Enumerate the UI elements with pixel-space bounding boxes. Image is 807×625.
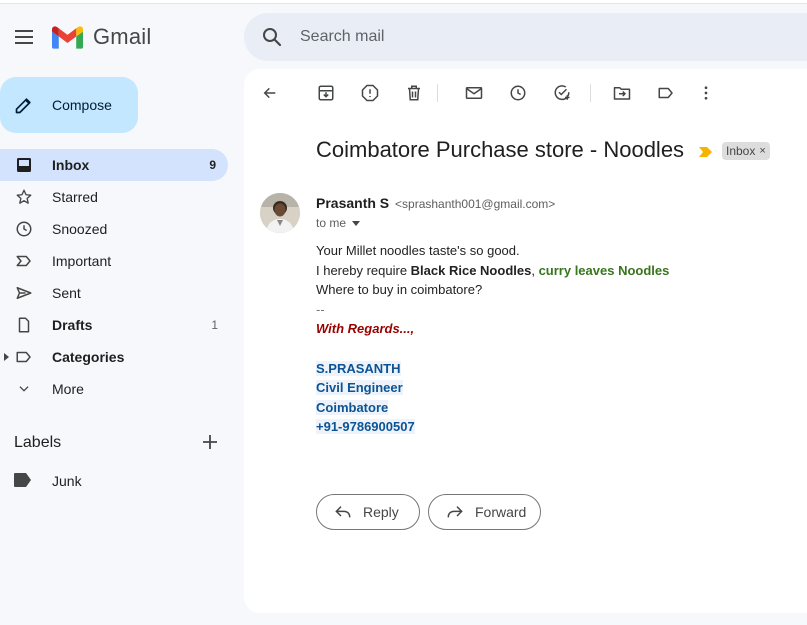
more-vert-icon[interactable] [696, 83, 716, 103]
sidebar-item-label: Inbox [52, 157, 90, 173]
sidebar-item-starred[interactable]: Starred [0, 181, 228, 213]
remove-label-icon[interactable]: × [759, 145, 765, 157]
chip-label: Inbox [726, 144, 756, 158]
sender-avatar[interactable] [260, 193, 300, 233]
search-bar[interactable] [244, 13, 807, 61]
clock-icon [14, 219, 34, 239]
signature-separator: -- [316, 301, 325, 317]
signature-phone[interactable]: +91-9786900507 [316, 419, 415, 435]
sidebar-item-snoozed[interactable]: Snoozed [0, 213, 228, 245]
draft-icon [14, 315, 34, 335]
search-input[interactable] [300, 28, 700, 46]
inbox-label-chip[interactable]: Inbox × [722, 142, 770, 160]
body-bold-text: Black Rice Noodles [410, 262, 532, 278]
back-arrow-icon[interactable] [260, 83, 280, 103]
body-line: Your Millet noodles taste's so good. [316, 243, 520, 258]
important-marker-icon[interactable] [699, 147, 713, 157]
compose-label: Compose [52, 97, 112, 113]
body-text: I hereby require [316, 262, 411, 278]
search-icon[interactable] [260, 25, 284, 49]
label-filled-icon [14, 473, 31, 487]
gmail-logo-icon [52, 26, 83, 49]
sidebar-item-label: More [52, 381, 84, 397]
send-icon [14, 283, 34, 303]
expand-caret-icon[interactable] [4, 353, 9, 361]
signature-regards: With Regards..., [316, 321, 415, 337]
gmail-wordmark: Gmail [93, 24, 152, 49]
gmail-logo[interactable]: Gmail [52, 24, 151, 50]
forward-label: Forward [475, 504, 527, 520]
sender-email: <sprashanth001@gmail.com> [395, 197, 556, 211]
signature-title: Civil Engineer [316, 380, 403, 396]
reply-button[interactable]: Reply [316, 494, 420, 530]
toolbar-divider [437, 84, 438, 102]
important-icon [14, 251, 34, 271]
sidebar-item-label: Categories [52, 349, 125, 365]
drafts-count: 1 [211, 318, 218, 332]
star-icon [14, 187, 34, 207]
sidebar-item-important[interactable]: Important [0, 245, 228, 277]
sidebar-item-label: Starred [52, 189, 98, 205]
body-text: , [531, 262, 539, 278]
sidebar-item-label: Drafts [52, 317, 93, 333]
sidebar-nav: Inbox 9 Starred Snoozed Important Sent D… [0, 149, 228, 405]
sidebar-item-label: Important [52, 253, 112, 269]
sidebar-item-categories[interactable]: Categories [0, 341, 228, 373]
signature-city: Coimbatore [316, 399, 389, 415]
signature-name: S.PRASANTH [316, 360, 401, 376]
recipient-details-toggle[interactable]: to me [316, 216, 361, 230]
forward-icon [447, 506, 463, 518]
label-name: Junk [52, 473, 82, 489]
email-subject: Coimbatore Purchase store - Noodles [316, 137, 685, 162]
body-line: Where to buy in coimbatore? [316, 282, 483, 298]
add-label-icon[interactable] [200, 432, 220, 452]
sender-line: Prasanth S <sprashanth001@gmail.com> [316, 195, 555, 211]
sidebar-item-drafts[interactable]: Drafts 1 [0, 309, 228, 341]
inbox-icon [14, 155, 34, 175]
sidebar-item-label: Snoozed [52, 221, 108, 237]
compose-button[interactable]: Compose [0, 77, 138, 133]
body-line: I hereby require Black Rice Noodles, cur… [316, 261, 796, 281]
add-task-icon[interactable] [552, 83, 572, 103]
sidebar-item-more[interactable]: More [0, 373, 228, 405]
body-green-text: curry leaves Noodles [538, 262, 670, 278]
snooze-icon[interactable] [508, 83, 528, 103]
main-menu-button[interactable] [12, 25, 36, 49]
recipient-label: to me [316, 216, 347, 230]
forward-button[interactable]: Forward [428, 494, 541, 530]
report-spam-icon[interactable] [360, 83, 380, 103]
reply-icon [335, 506, 351, 518]
labels-icon[interactable] [656, 83, 676, 103]
email-body: Your Millet noodles taste's so good. I h… [316, 241, 796, 437]
mark-unread-icon[interactable] [464, 83, 484, 103]
dropdown-arrow-icon [352, 220, 361, 226]
chevron-down-icon [14, 379, 34, 399]
move-to-icon[interactable] [612, 83, 632, 103]
sidebar-label-junk[interactable]: Junk [0, 465, 228, 497]
email-view-panel: Coimbatore Purchase store - Noodles Inbo… [244, 69, 807, 613]
top-border [0, 0, 807, 4]
sidebar-item-sent[interactable]: Sent [0, 277, 228, 309]
sidebar-item-inbox[interactable]: Inbox 9 [0, 149, 228, 181]
archive-icon[interactable] [316, 83, 336, 103]
label-icon [14, 347, 34, 367]
labels-heading: Labels [14, 434, 62, 451]
delete-icon[interactable] [404, 83, 424, 103]
reply-label: Reply [363, 504, 399, 520]
sender-name[interactable]: Prasanth S [316, 195, 389, 211]
sidebar-item-label: Sent [52, 285, 81, 301]
pencil-icon [15, 98, 31, 114]
unread-count: 9 [209, 158, 216, 172]
toolbar-divider [590, 84, 591, 102]
